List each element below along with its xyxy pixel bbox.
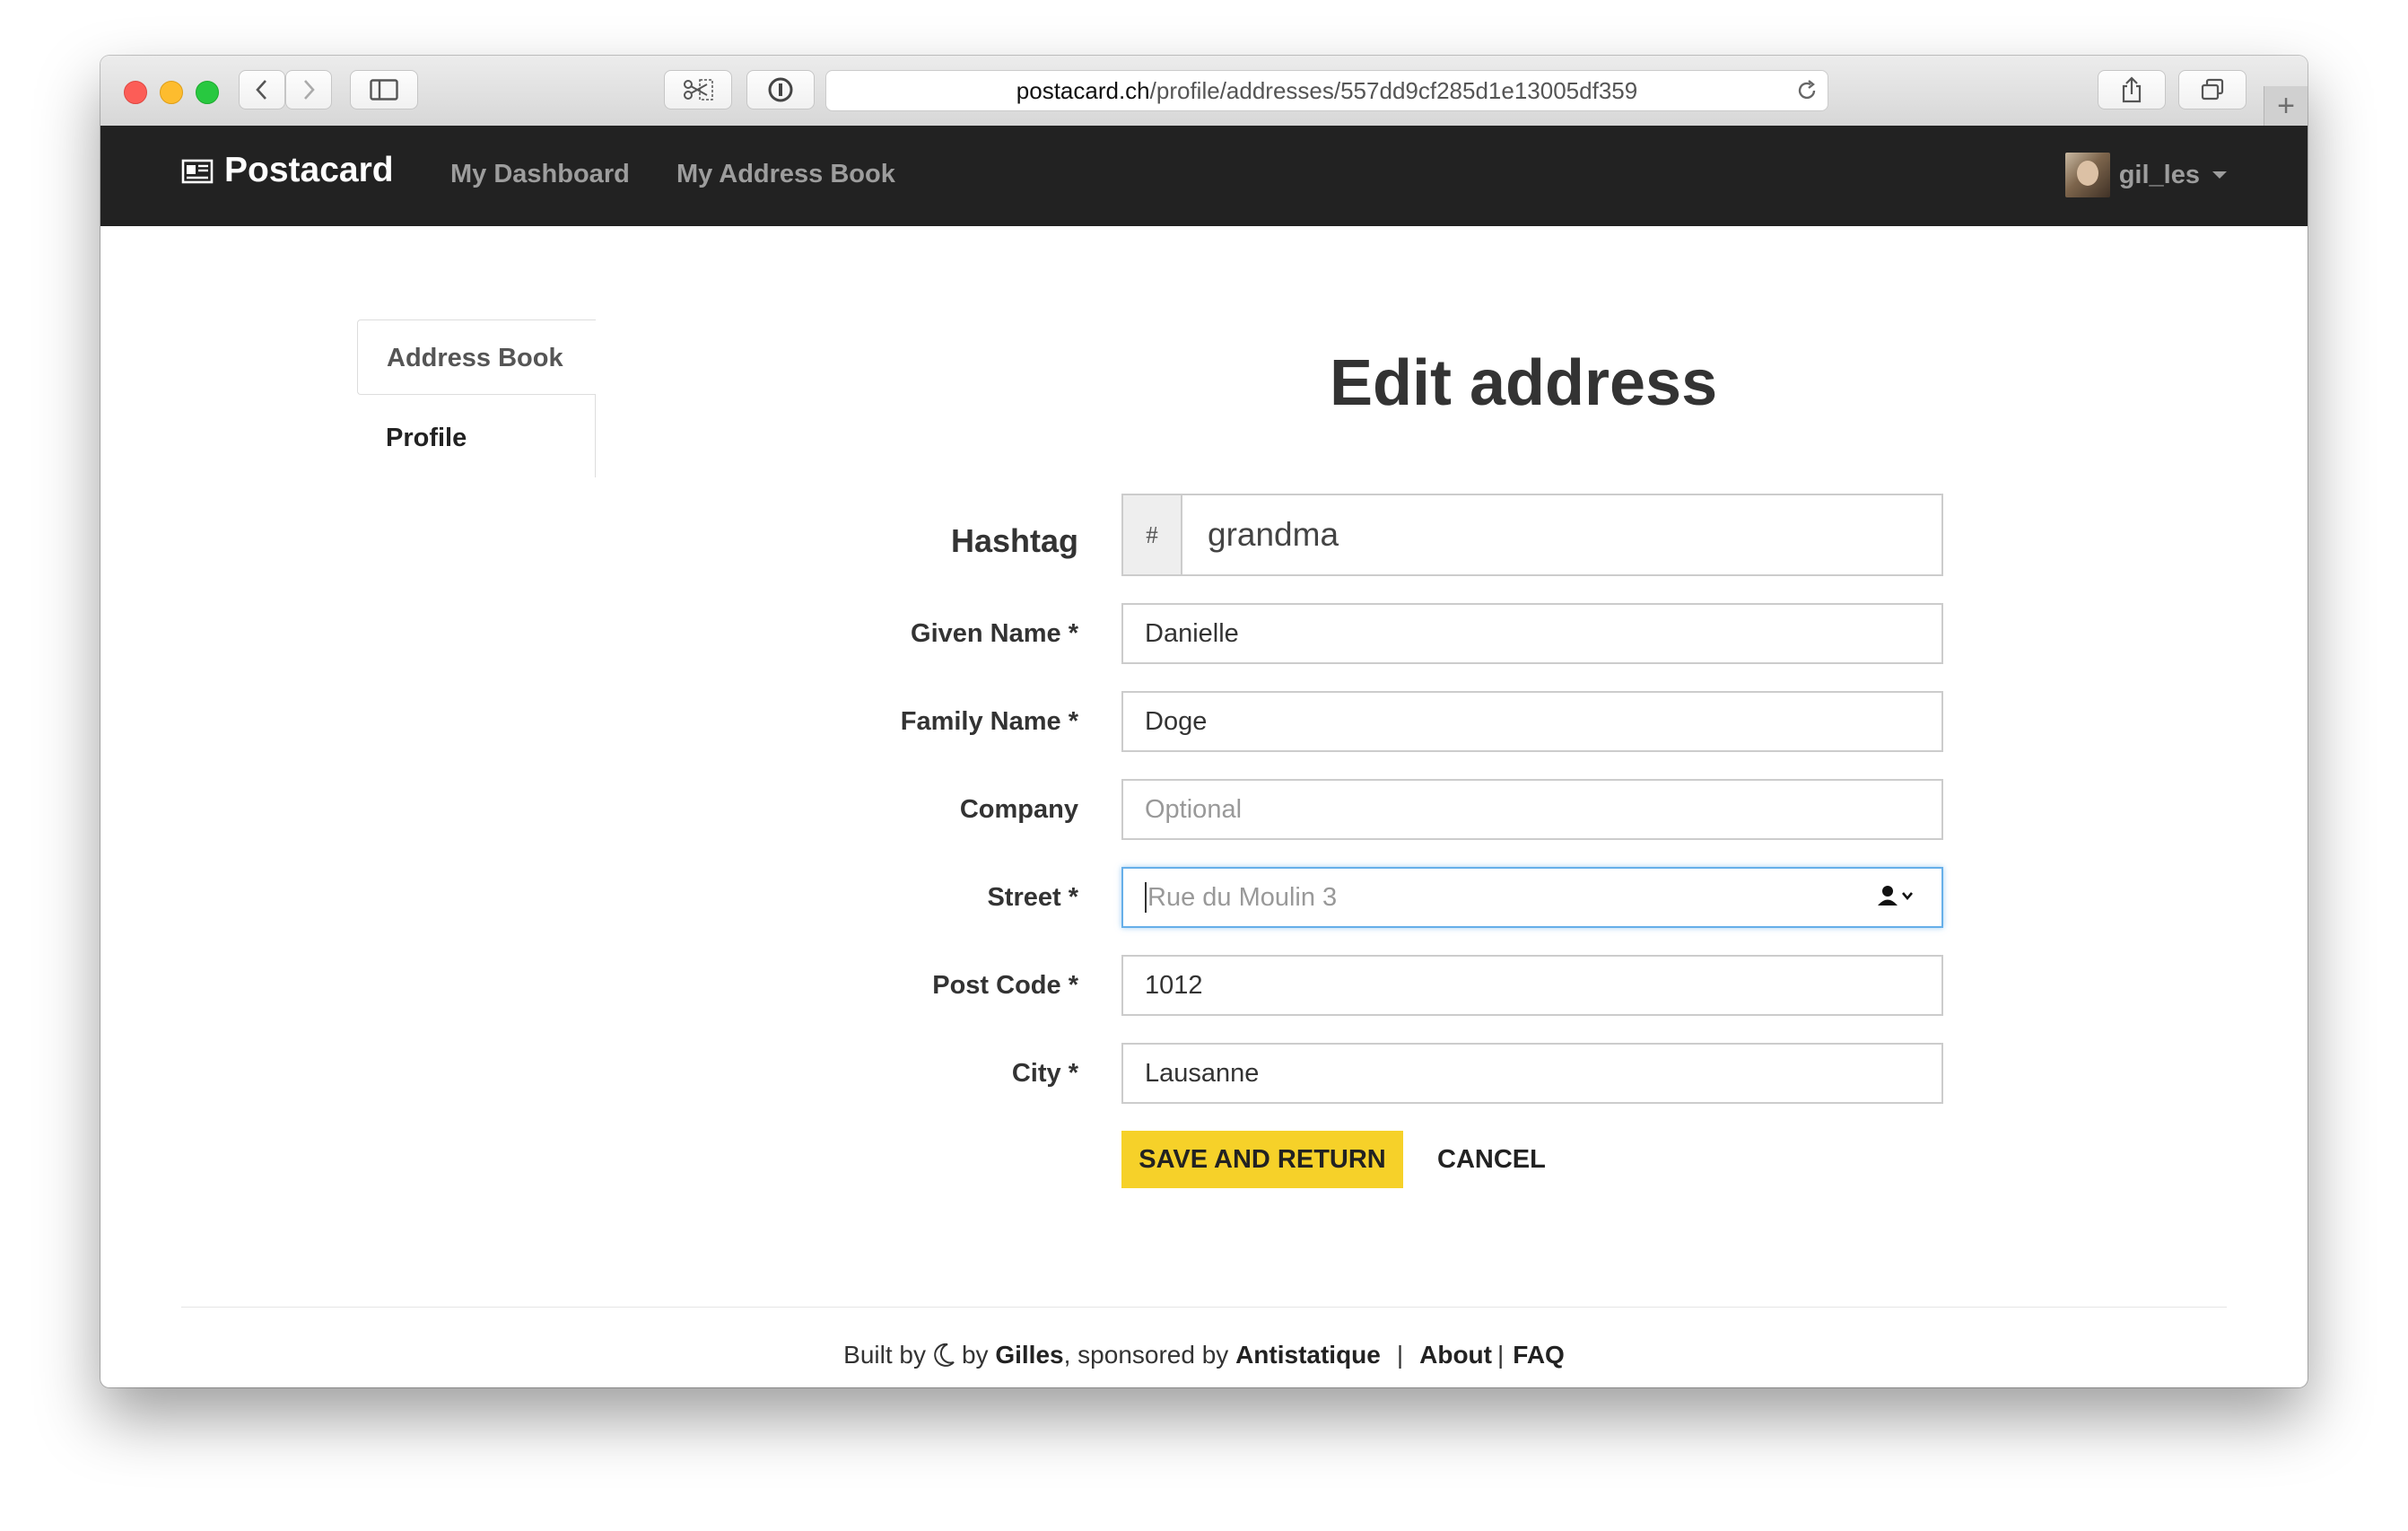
sidebar-icon [370, 79, 398, 101]
family-name-input[interactable]: Doge [1121, 691, 1943, 752]
post-code-input[interactable]: 1012 [1121, 955, 1943, 1016]
company-input[interactable]: Optional [1121, 779, 1943, 840]
caret-down-icon [2212, 171, 2227, 179]
newspaper-icon [181, 157, 214, 184]
address-bar[interactable]: postacard.ch/profile/addresses/557dd9cf2… [825, 70, 1828, 111]
scissors-icon [684, 79, 713, 101]
share-icon [2122, 76, 2142, 103]
city-label: City * [1011, 1059, 1078, 1088]
street-placeholder: Rue du Moulin 3 [1147, 882, 1338, 912]
contact-card-icon [1878, 886, 1913, 905]
reload-icon [1798, 80, 1816, 100]
moon-icon [931, 1342, 956, 1369]
password-manager-icon [768, 77, 793, 102]
autofill-contact-button[interactable] [1877, 883, 1916, 908]
browser-toolbar: postacard.ch/profile/addresses/557dd9cf2… [100, 56, 2308, 127]
brand-link[interactable]: Postacard [181, 151, 394, 190]
browser-window: postacard.ch/profile/addresses/557dd9cf2… [100, 56, 2308, 1387]
minimize-window-button[interactable] [160, 81, 183, 104]
footer-sponsored-by: , sponsored by [1063, 1341, 1229, 1369]
url-path: /profile/addresses/557dd9cf285d1e13005df… [1149, 76, 1638, 104]
footer-sponsor-link[interactable]: Antistatique [1235, 1341, 1381, 1369]
text-cursor [1145, 882, 1147, 913]
sidebar-item-profile[interactable]: Profile [357, 395, 596, 477]
hashtag-prefix: # [1121, 494, 1181, 576]
chevron-right-icon [304, 80, 315, 100]
tabs-icon [2201, 78, 2224, 101]
footer-faq-link[interactable]: FAQ [1513, 1341, 1565, 1369]
family-name-label: Family Name * [900, 707, 1078, 736]
zoom-window-button[interactable] [196, 81, 219, 104]
street-label: Street * [987, 883, 1078, 912]
company-label: Company [959, 795, 1078, 824]
password-manager-button[interactable] [746, 70, 815, 109]
footer-divider [181, 1307, 2227, 1308]
new-tab-button[interactable]: + [2264, 86, 2308, 126]
footer-by: by [961, 1341, 989, 1369]
nav-link-dashboard[interactable]: My Dashboard [450, 160, 630, 189]
back-button[interactable] [239, 70, 285, 109]
avatar [2064, 153, 2110, 197]
given-name-input[interactable]: Danielle [1121, 603, 1943, 664]
url-host: postacard.ch [1016, 76, 1150, 104]
reload-button[interactable] [1795, 79, 1819, 109]
forward-button[interactable] [285, 70, 332, 109]
sidebar-item-address-book[interactable]: Address Book [357, 319, 596, 395]
username: gil_les [2118, 160, 2200, 189]
street-input[interactable]: Rue du Moulin 3 [1121, 867, 1943, 928]
tabs-overview-button[interactable] [2178, 70, 2247, 109]
city-input[interactable]: Lausanne [1121, 1043, 1943, 1104]
footer-separator: | [1396, 1341, 1404, 1369]
user-menu[interactable]: gil_les [2064, 153, 2227, 197]
sidebar-toggle-button[interactable] [350, 70, 418, 109]
footer: Built by by Gilles , sponsored by Antist… [100, 1341, 2308, 1369]
share-button[interactable] [2098, 70, 2166, 109]
footer-built-by: Built by [843, 1341, 926, 1369]
cancel-button[interactable]: CANCEL [1437, 1131, 1546, 1188]
nav-link-address-book[interactable]: My Address Book [676, 160, 895, 189]
site-navbar: Postacard My Dashboard My Address Book g… [100, 126, 2308, 226]
clipping-button[interactable] [664, 70, 732, 109]
footer-separator-2: | [1496, 1341, 1505, 1369]
chevron-left-icon [256, 80, 266, 100]
brand-name: Postacard [224, 151, 394, 189]
footer-author-link[interactable]: Gilles [995, 1341, 1063, 1369]
page-title: Edit address [1330, 347, 1718, 419]
close-window-button[interactable] [124, 81, 147, 104]
hashtag-label: Hashtag [950, 522, 1078, 559]
footer-about-link[interactable]: About [1419, 1341, 1492, 1369]
post-code-label: Post Code * [932, 971, 1078, 1000]
save-and-return-button[interactable]: SAVE AND RETURN [1121, 1131, 1403, 1188]
profile-sidebar: Address Book Profile [357, 319, 596, 477]
hashtag-input[interactable]: grandma [1181, 494, 1943, 576]
given-name-label: Given Name * [911, 619, 1078, 648]
